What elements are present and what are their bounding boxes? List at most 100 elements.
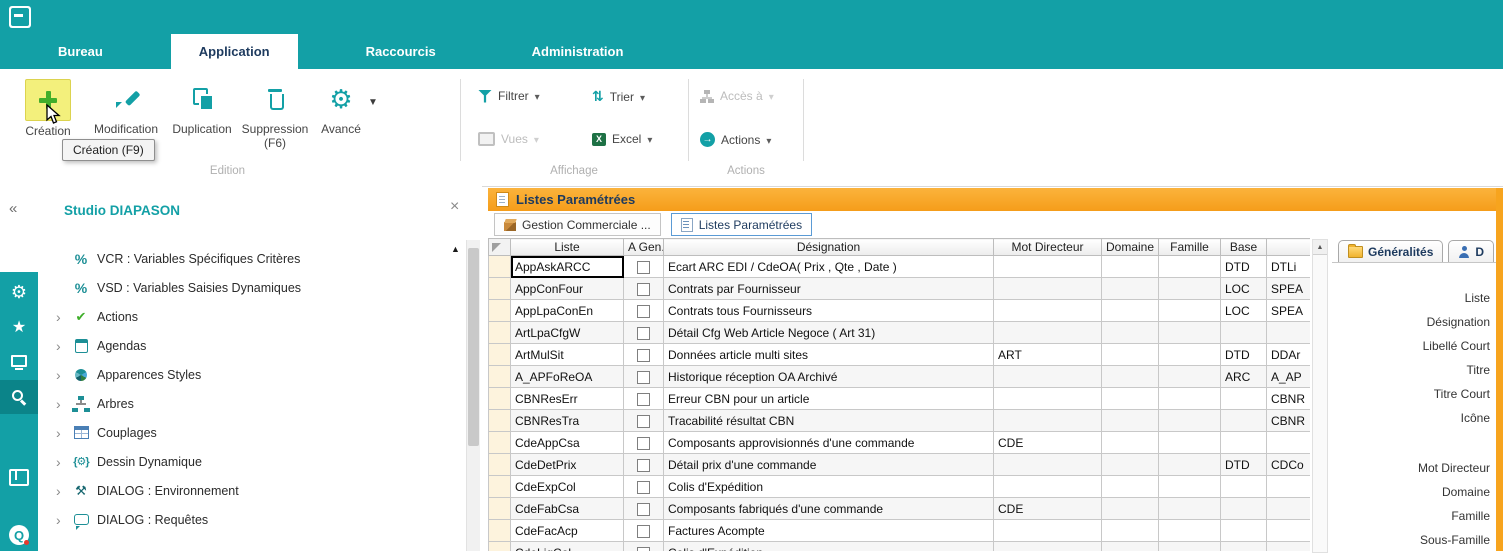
chevron-right-icon[interactable] — [56, 396, 72, 412]
cell-base[interactable]: LOC — [1221, 278, 1267, 300]
cell-dom[interactable] — [1102, 366, 1159, 388]
cell-des[interactable]: Détail prix d'une commande — [664, 454, 994, 476]
avance-button[interactable]: Avancé — [314, 79, 368, 136]
cell-extra[interactable]: SPEA — [1267, 300, 1311, 322]
cell-chk[interactable] — [624, 278, 664, 300]
cell-extra[interactable] — [1267, 322, 1311, 344]
cell-sel[interactable] — [489, 454, 511, 476]
cell-fam[interactable] — [1159, 542, 1221, 552]
cell-dom[interactable] — [1102, 476, 1159, 498]
cell-chk[interactable] — [624, 476, 664, 498]
cell-base[interactable] — [1221, 542, 1267, 552]
scroll-up-button[interactable] — [1313, 240, 1327, 255]
cell-sel[interactable] — [489, 300, 511, 322]
table-row[interactable]: AppLpaConEnContrats tous FournisseursLOC… — [489, 300, 1311, 322]
cell-extra[interactable]: SPEA — [1267, 278, 1311, 300]
rail-settings-button[interactable] — [0, 275, 38, 309]
agen-checkbox[interactable] — [637, 525, 650, 538]
cell-sel[interactable] — [489, 388, 511, 410]
table-row[interactable]: CBNResTraTracabilité résultat CBNCBNR — [489, 410, 1311, 432]
duplication-button[interactable]: Duplication — [168, 79, 236, 136]
cell-fam[interactable] — [1159, 256, 1221, 278]
cell-mot[interactable] — [994, 410, 1102, 432]
collapse-panel-icon[interactable] — [9, 200, 17, 217]
cell-chk[interactable] — [624, 410, 664, 432]
chevron-right-icon[interactable] — [56, 367, 72, 383]
column-header-base[interactable]: Base — [1221, 239, 1267, 256]
agen-checkbox[interactable] — [637, 305, 650, 318]
cell-sel[interactable] — [489, 278, 511, 300]
cell-liste[interactable]: CdeExpCol — [511, 476, 624, 498]
cell-chk[interactable] — [624, 366, 664, 388]
table-row[interactable]: CdeFabCsaComposants fabriqués d'une comm… — [489, 498, 1311, 520]
cell-dom[interactable] — [1102, 388, 1159, 410]
cell-extra[interactable]: A_AP — [1267, 366, 1311, 388]
cell-chk[interactable] — [624, 454, 664, 476]
sidebar-item[interactable]: Couplages — [38, 418, 462, 447]
cell-sel[interactable] — [489, 410, 511, 432]
agen-checkbox[interactable] — [637, 283, 650, 296]
cell-dom[interactable] — [1102, 344, 1159, 366]
cell-sel[interactable] — [489, 322, 511, 344]
cell-sel[interactable] — [489, 366, 511, 388]
cell-base[interactable] — [1221, 520, 1267, 542]
cell-liste[interactable]: ArtMulSit — [511, 344, 624, 366]
sidebar-item[interactable]: Actions — [38, 302, 462, 331]
cell-des[interactable]: Composants fabriqués d'une commande — [664, 498, 994, 520]
tab-raccourcis[interactable]: Raccourcis — [338, 34, 464, 69]
cell-dom[interactable] — [1102, 498, 1159, 520]
cell-dom[interactable] — [1102, 278, 1159, 300]
cell-base[interactable] — [1221, 410, 1267, 432]
table-row[interactable]: AppConFourContrats par FournisseurLOCSPE… — [489, 278, 1311, 300]
cell-chk[interactable] — [624, 256, 664, 278]
cell-mot[interactable]: ART — [994, 344, 1102, 366]
cell-dom[interactable] — [1102, 322, 1159, 344]
cell-extra[interactable]: CBNR — [1267, 410, 1311, 432]
suppression-button[interactable]: Suppression (F6) — [238, 79, 312, 150]
tab-listes-parametrees[interactable]: Listes Paramétrées — [671, 213, 812, 236]
cell-des[interactable]: Tracabilité résultat CBN — [664, 410, 994, 432]
table-row[interactable]: ArtLpaCfgWDétail Cfg Web Article Negoce … — [489, 322, 1311, 344]
cell-fam[interactable] — [1159, 520, 1221, 542]
column-header-blank[interactable] — [489, 239, 511, 256]
cell-fam[interactable] — [1159, 322, 1221, 344]
selected-cell[interactable]: AppAskARCC — [511, 256, 624, 278]
tab-details[interactable]: D — [1448, 240, 1494, 263]
cell-des[interactable]: Données article multi sites — [664, 344, 994, 366]
cell-dom[interactable] — [1102, 410, 1159, 432]
table-row[interactable]: CBNResErrErreur CBN pour un articleCBNR — [489, 388, 1311, 410]
cell-liste[interactable]: AppLpaConEn — [511, 300, 624, 322]
sidebar-item[interactable]: VSD : Variables Saisies Dynamiques — [38, 273, 462, 302]
cell-sel[interactable] — [489, 432, 511, 454]
cell-extra[interactable]: DDAr — [1267, 344, 1311, 366]
cell-des[interactable]: Colis d'Expédition — [664, 476, 994, 498]
cell-mot[interactable] — [994, 322, 1102, 344]
agen-checkbox[interactable] — [637, 503, 650, 516]
agen-checkbox[interactable] — [637, 459, 650, 472]
chevron-right-icon[interactable] — [56, 483, 72, 499]
actions-button[interactable]: Actions — [700, 132, 771, 147]
cell-fam[interactable] — [1159, 410, 1221, 432]
modification-button[interactable]: Modification — [86, 79, 166, 136]
avance-dropdown-icon[interactable] — [368, 97, 378, 108]
cell-extra[interactable] — [1267, 432, 1311, 454]
cell-dom[interactable] — [1102, 520, 1159, 542]
cell-sel[interactable] — [489, 476, 511, 498]
cell-base[interactable] — [1221, 322, 1267, 344]
column-header-famille[interactable]: Famille — [1159, 239, 1221, 256]
chevron-right-icon[interactable] — [56, 309, 72, 325]
rail-desktop-button[interactable] — [0, 345, 38, 379]
tree-scrollbar[interactable] — [466, 240, 480, 551]
cell-liste[interactable]: CdeLigCol — [511, 542, 624, 552]
grid-scrollbar[interactable] — [1312, 239, 1328, 553]
column-header-mot-directeur[interactable]: Mot Directeur — [994, 239, 1102, 256]
rail-q-module-button[interactable] — [0, 518, 38, 552]
cell-liste[interactable]: CdeDetPrix — [511, 454, 624, 476]
cell-extra[interactable]: DTLi — [1267, 256, 1311, 278]
cell-mot[interactable] — [994, 476, 1102, 498]
table-row[interactable]: CdeLigColColis d'Expédition — [489, 542, 1311, 552]
agen-checkbox[interactable] — [637, 261, 650, 274]
cell-liste[interactable]: CBNResErr — [511, 388, 624, 410]
tab-bureau[interactable]: Bureau — [30, 34, 131, 69]
cell-mot[interactable] — [994, 542, 1102, 552]
